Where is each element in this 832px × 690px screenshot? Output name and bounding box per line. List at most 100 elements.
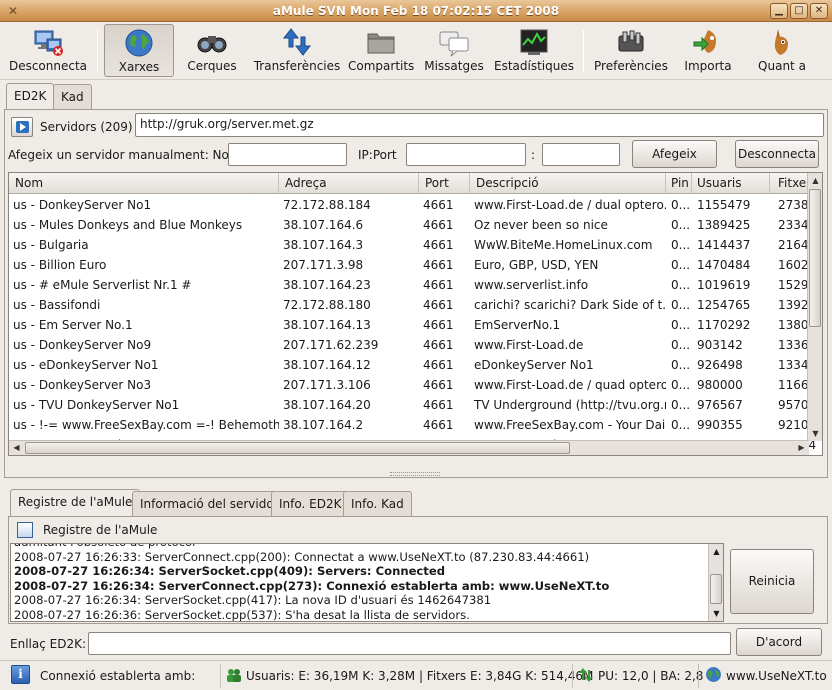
table-row[interactable]: us - Bassifondi 72.172.88.180 4661 carichi?…: [9, 295, 816, 315]
toolbar-about-button[interactable]: Quant a: [744, 24, 820, 77]
toolbar-transfers-button[interactable]: Transferències: [250, 24, 344, 77]
column-header-users[interactable]: Usuaris: [692, 173, 770, 194]
ed2k-ok-button[interactable]: D'acord: [736, 628, 822, 656]
table-row[interactable]: us - TVU DonkeyServer No1 38.107.164.20 46…: [9, 395, 816, 415]
table-row[interactable]: us - DonkeyServer No9 207.171.62.239 4661 w…: [9, 335, 816, 355]
tab-label: Info. ED2K: [279, 497, 342, 511]
tab-server-info[interactable]: Informació del servidor: [132, 491, 287, 516]
table-row[interactable]: us - DonkeyServer No3 207.171.3.106 4661 ww…: [9, 375, 816, 395]
scroll-up-arrow-icon[interactable]: ▲: [809, 174, 822, 187]
scroll-right-arrow-icon[interactable]: ▶: [795, 441, 808, 454]
log-title: Registre de l'aMule: [43, 523, 158, 537]
tab-amule-log[interactable]: Registre de l'aMule: [10, 489, 141, 517]
table-row[interactable]: us - eDonkeyServer No1 38.107.164.12 4661 e…: [9, 355, 816, 375]
toolbar-messages-button[interactable]: Missatges: [420, 24, 488, 77]
server-name-cell: us - Mules Donkeys and Blue Monkeys: [13, 218, 243, 232]
server-name-input[interactable]: [228, 143, 347, 166]
table-row[interactable]: us - !-= www.FreeSexBay.com =-! Behemoth…: [9, 415, 816, 435]
toolbar-disconnect-button[interactable]: Desconnecta: [4, 24, 92, 77]
ed2k-link-input[interactable]: [88, 632, 731, 655]
toolbar-import-button[interactable]: Importa: [680, 24, 736, 77]
table-body: us - DonkeyServer No1 72.172.88.184 4661 ww…: [9, 195, 816, 455]
connected-server-name: www.UseNeXT.to: [726, 669, 827, 683]
table-row[interactable]: us - Bulgaria 38.107.164.3 4661 WwW.BiteMe.…: [9, 235, 816, 255]
tab-ed2k[interactable]: ED2K: [6, 83, 55, 110]
server-users-cell: 1389425: [697, 218, 751, 232]
server-description-cell: Oz never been so nice: [474, 218, 608, 232]
log-line: 2008-07-27 16:26:34: ServerSocket.cpp(41…: [14, 593, 492, 607]
server-address-cell: 38.107.164.23: [283, 278, 371, 292]
column-header-port[interactable]: Port: [419, 173, 470, 194]
maximize-button[interactable]: □: [790, 3, 808, 19]
scroll-up-arrow-icon[interactable]: ▲: [710, 545, 723, 558]
preferences-icon: [618, 30, 644, 52]
log-notebook-icon: [17, 522, 33, 538]
tab-kad[interactable]: Kad: [53, 84, 92, 109]
close-button[interactable]: ✕: [810, 3, 828, 19]
tab-kad-info[interactable]: Info. Kad: [343, 491, 412, 516]
hscroll-thumb[interactable]: [25, 442, 570, 454]
reset-log-button[interactable]: Reinicia: [730, 549, 814, 614]
server-address-cell: 38.107.164.3: [283, 238, 364, 252]
table-row[interactable]: us - Mules Donkeys and Blue Monkeys 38.10…: [9, 215, 816, 235]
import-icon: [693, 30, 716, 53]
networks-globe-icon: [125, 29, 153, 57]
log-scrollbar[interactable]: ▲ ▼: [708, 544, 723, 621]
server-name-cell: us - TVU DonkeyServer No1: [13, 398, 180, 412]
transfer-rate-icon: [579, 668, 593, 682]
column-header-name[interactable]: Nom: [9, 173, 279, 194]
ip-port-label: IP:Port: [358, 148, 397, 162]
toolbar-networks-button[interactable]: Xarxes: [104, 24, 174, 77]
scroll-down-arrow-icon[interactable]: ▼: [809, 427, 822, 440]
colon-label: :: [531, 148, 536, 162]
server-port-cell: 4661: [423, 218, 454, 232]
tab-ed2k-info[interactable]: Info. ED2K: [271, 491, 350, 516]
table-row[interactable]: us - Em Server No.1 38.107.164.13 4661 EmSe…: [9, 315, 816, 335]
log-line: 2008-07-27 16:26:34: ServerConnect.cpp(2…: [14, 578, 610, 593]
tab-label: ED2K: [14, 89, 47, 103]
server-users-cell: 926498: [697, 358, 743, 372]
toolbar-statistics-button[interactable]: Estadístiques: [492, 24, 576, 77]
scroll-thumb[interactable]: [809, 189, 821, 327]
server-description-cell: www.FreeSexBay.com - Your Dai...: [474, 418, 666, 432]
table-row[interactable]: us - DonkeyServer No1 72.172.88.184 4661 ww…: [9, 195, 816, 215]
server-port-input[interactable]: [542, 143, 620, 166]
server-address-cell: 207.171.62.239: [283, 338, 379, 352]
play-icon: [15, 121, 29, 133]
table-vertical-scrollbar[interactable]: ▲ ▼: [807, 173, 822, 441]
log-textbox[interactable]: admitant l'obsoleto de protocol2008-07-2…: [10, 543, 724, 622]
log-scroll-thumb[interactable]: [710, 574, 722, 604]
disconnect-server-button[interactable]: Desconnecta: [735, 140, 819, 168]
scroll-left-arrow-icon[interactable]: ◀: [10, 441, 23, 454]
add-server-button[interactable]: Afegeix: [632, 140, 717, 168]
transfer-arrows-icon: [282, 28, 312, 56]
column-header-ping[interactable]: Pin: [666, 173, 692, 194]
column-header-description[interactable]: Descripció: [470, 173, 666, 194]
server-port-cell: 4661: [423, 398, 454, 412]
update-server-list-button[interactable]: [11, 117, 33, 137]
title-bar: ✕ aMule SVN Mon Feb 18 07:02:15 CET 2008…: [0, 0, 832, 22]
window-menu-icon[interactable]: ✕: [5, 3, 21, 19]
scroll-down-arrow-icon[interactable]: ▼: [710, 607, 723, 620]
statistics-icon: [520, 29, 548, 55]
server-ip-input[interactable]: [406, 143, 526, 166]
toolbar-shared-button[interactable]: Compartits: [348, 24, 414, 77]
status-bar: i Connexió establerta amb: Usuaris: E: 3…: [0, 660, 832, 690]
minimize-button[interactable]: ▁: [770, 3, 788, 19]
toolbar-label: Cerques: [187, 59, 237, 73]
column-header-address[interactable]: Adreça: [279, 173, 419, 194]
server-port-cell: 4661: [423, 258, 454, 272]
server-ping-cell: 0...: [671, 338, 691, 352]
table-horizontal-scrollbar[interactable]: ◀ ▶: [9, 440, 809, 455]
table-row[interactable]: us - # eMule Serverlist Nr.1 # 38.107.164…: [9, 275, 816, 295]
server-list-url-input[interactable]: http://gruk.org/server.met.gz: [135, 113, 824, 137]
disconnect-icon: [34, 30, 63, 56]
toolbar-label: Preferències: [594, 59, 668, 73]
panel-splitter[interactable]: [390, 472, 440, 476]
toolbar-preferences-button[interactable]: Preferències: [590, 24, 672, 77]
toolbar-label: Estadístiques: [494, 59, 574, 73]
server-users-cell: 1170292: [697, 318, 751, 332]
server-ping-cell: 0...: [671, 218, 691, 232]
toolbar-searches-button[interactable]: Cerques: [180, 24, 244, 77]
table-row[interactable]: us - Billion Euro 207.171.3.98 4661 Euro, G…: [9, 255, 816, 275]
